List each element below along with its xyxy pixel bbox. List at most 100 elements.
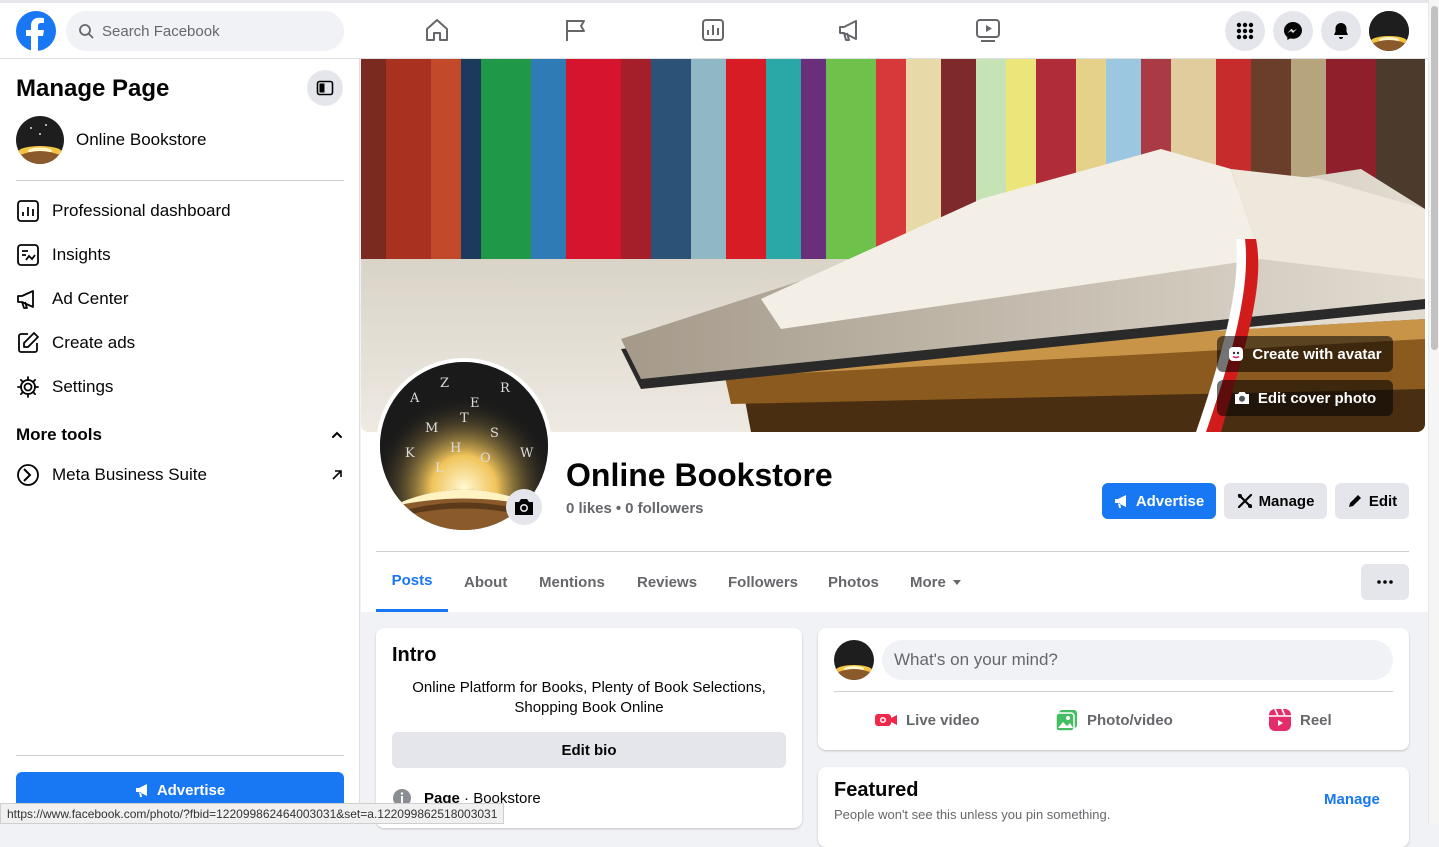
tab-reviews[interactable]: Reviews [637,552,697,612]
ads-megaphone-icon[interactable] [836,16,864,44]
manage-button[interactable]: Manage [1224,483,1327,519]
whats-on-your-mind-input[interactable]: What's on your mind? [882,640,1393,680]
intro-card: Intro Online Platform for Books, Plenty … [376,628,802,828]
tab-label: Photos [828,573,879,591]
page-stats: 0 likes • 0 followers [566,500,704,517]
featured-manage-link[interactable]: Manage [1324,791,1380,808]
profile-header: Create with avatar Edit cover photo A Z E R… [361,59,1428,612]
sidebar-item-insights[interactable]: Insights [16,235,344,275]
tab-label: Mentions [539,573,605,591]
search-input[interactable] [102,22,322,40]
create-with-avatar-button[interactable]: Create with avatar [1217,336,1393,372]
sidebar-page-name: Online Bookstore [76,130,207,149]
tab-label: Reviews [637,573,698,591]
caret-down-icon [952,577,962,587]
photo-video-button[interactable]: Photo/video [1055,700,1173,740]
avatar-icon [1228,346,1244,362]
featured-title: Featured [834,779,919,801]
advertise-label: Advertise [156,781,226,799]
more-options-button[interactable] [1361,564,1409,600]
change-profile-picture-button[interactable] [506,489,542,525]
scrollbar-thumb[interactable] [1431,6,1438,350]
svg-text:K: K [405,446,415,461]
reel-button[interactable]: Reel [1268,700,1332,740]
insights-icon [16,243,40,267]
menu-grid-icon[interactable] [1225,11,1265,51]
meta-business-suite-icon [16,463,40,487]
post-composer-card: What's on your mind? Live video Photo/vi… [818,628,1409,750]
collapse-sidebar-icon[interactable] [307,70,343,106]
page-main-content: Create with avatar Edit cover photo A Z E R… [361,59,1428,847]
pages-flag-icon[interactable] [562,16,590,44]
svg-text:W: W [520,446,534,461]
svg-text:R: R [500,381,511,396]
advertise-button[interactable]: Advertise [1102,483,1216,519]
svg-text:O: O [480,451,491,466]
sidebar-item-label: Meta Business Suite [52,465,207,484]
edit-cover-photo-button[interactable]: Edit cover photo [1217,380,1393,416]
cover-photo[interactable] [361,59,1425,432]
sidebar-item-meta-business-suite[interactable]: Meta Business Suite [16,455,344,495]
search-bar[interactable] [66,11,344,51]
tab-photos[interactable]: Photos [828,552,879,612]
svg-text:M: M [425,421,438,436]
tab-mentions[interactable]: Mentions [539,552,605,612]
page-title: Online Bookstore [566,457,833,493]
tools-icon [1237,493,1253,509]
composer-divider [834,691,1393,692]
sidebar-item-label: Ad Center [52,289,129,308]
watch-icon[interactable] [974,16,1002,44]
svg-text:H: H [450,441,461,456]
account-avatar[interactable] [1369,11,1409,51]
sidebar-item-label: Insights [52,245,111,264]
facebook-logo-icon[interactable] [16,11,56,51]
svg-text:S: S [490,426,499,441]
tab-label: More [910,573,946,591]
tab-about[interactable]: About [464,552,507,612]
sidebar-item-label: Settings [52,377,114,396]
edit-cover-photo-label: Edit cover photo [1257,389,1377,407]
sidebar-divider [16,180,344,181]
create-with-avatar-label: Create with avatar [1252,345,1382,363]
sidebar-item-professional-dashboard[interactable]: Professional dashboard [16,191,344,231]
top-navigation-bar [0,0,1428,59]
edit-label: Edit [1368,492,1398,510]
stats-separator: • [615,500,622,517]
live-video-label: Live video [906,711,980,729]
edit-button[interactable]: Edit [1335,483,1409,519]
page-scrollbar[interactable] [1428,0,1439,824]
sidebar-item-create-ads[interactable]: Create ads [16,323,344,363]
live-video-button[interactable]: Live video [874,700,979,740]
sidebar-item-ad-center[interactable]: Ad Center [16,279,344,319]
photo-video-icon [1055,708,1079,732]
edit-bio-button[interactable]: Edit bio [392,732,786,768]
pencil-square-icon [16,331,40,355]
insights-icon[interactable] [699,16,727,44]
camera-icon [1234,390,1250,406]
followers-count[interactable]: 0 followers [625,500,703,517]
sidebar-item-settings[interactable]: Settings [16,367,344,407]
chevron-up-icon [330,428,344,442]
tab-posts[interactable]: Posts [376,552,448,612]
messenger-icon[interactable] [1273,11,1313,51]
sidebar-page-switcher[interactable]: Online Bookstore [16,116,206,164]
more-tools-label: More tools [16,425,102,444]
tab-followers[interactable]: Followers [728,552,798,612]
manage-page-sidebar: Manage Page Online Bookstore Professiona… [0,59,360,824]
browser-status-url: https://www.facebook.com/photo/?fbid=122… [0,803,505,824]
ellipsis-icon [1377,580,1393,584]
tab-more[interactable]: More [910,552,962,612]
composer-avatar[interactable] [834,640,874,680]
more-tools-header[interactable]: More tools [16,425,344,445]
home-icon[interactable] [423,16,451,44]
gear-icon [16,375,40,399]
likes-count[interactable]: 0 likes [566,500,612,517]
featured-subtitle: People won't see this unless you pin som… [834,807,1111,822]
tab-label: Posts [391,572,433,589]
tabs-divider [376,551,1409,552]
sidebar-item-label: Professional dashboard [52,201,231,220]
notifications-bell-icon[interactable] [1321,11,1361,51]
pencil-icon [1347,493,1363,509]
megaphone-icon [1114,493,1130,509]
svg-text:L: L [435,461,444,476]
